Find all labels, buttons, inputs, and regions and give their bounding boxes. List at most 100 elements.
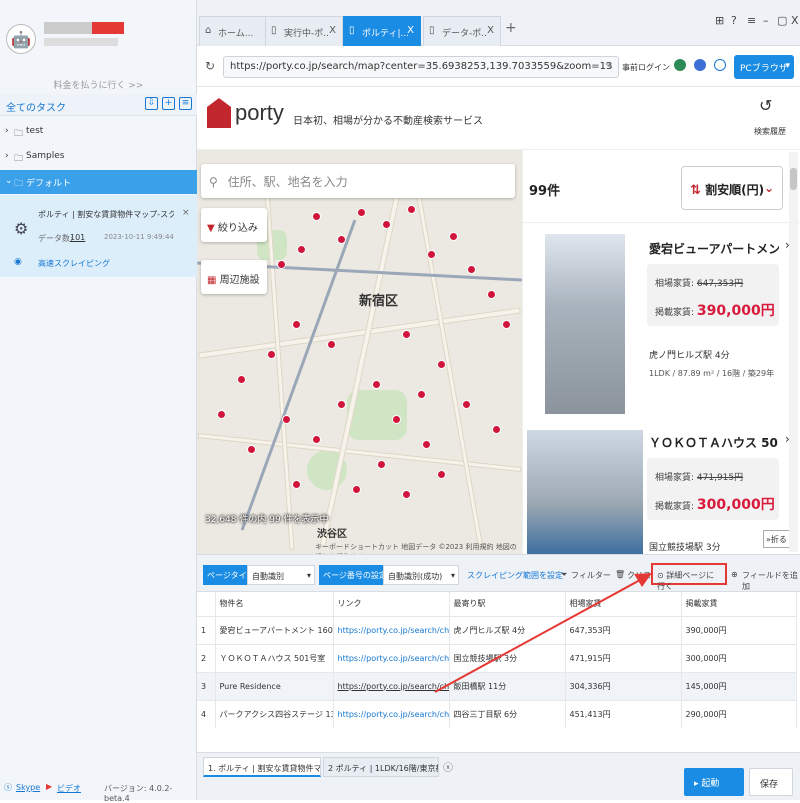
cell-listed-price[interactable]: 390,000円 <box>681 615 797 644</box>
tab-running[interactable]: ▯ 実行中-ポ... X <box>265 16 343 46</box>
map-pin[interactable] <box>312 435 321 444</box>
filter-button[interactable]: ▼ 絞り込み <box>201 208 267 242</box>
map-pin[interactable] <box>422 440 431 449</box>
maximize-icon[interactable]: ▢ <box>777 14 787 27</box>
cell-listed-price[interactable]: 300,000円 <box>681 643 797 672</box>
folder-default[interactable]: ⌄ 🗀 デフォルト <box>0 170 197 194</box>
add-field-button[interactable]: フィールドを追加 <box>742 570 800 592</box>
sort-select[interactable]: ⇅ 割安順(円) ⌄ <box>681 166 783 210</box>
map-pin[interactable] <box>277 260 286 269</box>
upgrade-link[interactable]: 料金を払うに行く >> <box>0 78 197 91</box>
listing-title[interactable]: ＹＯＫＯＴＡハウス 501... <box>649 434 779 451</box>
skype-icon[interactable]: ⓢ <box>4 782 12 793</box>
map-pin[interactable] <box>487 290 496 299</box>
profile-icon[interactable] <box>694 59 706 71</box>
video-icon[interactable]: ▶ <box>46 782 52 791</box>
video-link[interactable]: ビデオ <box>57 783 81 794</box>
map-pin[interactable] <box>297 245 306 254</box>
window-close-icon[interactable]: X <box>791 14 799 27</box>
cell-name[interactable]: パークアクシス四谷ステージ 130... <box>215 699 334 728</box>
site-logo-text[interactable]: porty <box>235 100 284 126</box>
all-tasks-label[interactable]: 全てのタスク <box>6 99 66 114</box>
cell-listed-price[interactable]: 290,000円 <box>681 699 797 728</box>
minimize-icon[interactable]: – <box>763 14 769 27</box>
close-icon[interactable]: × <box>182 208 190 218</box>
prelogin-button[interactable]: 事前ログイン <box>622 62 670 73</box>
cell-station[interactable]: 四谷三丁目駅 6分 <box>449 699 566 728</box>
map-pin[interactable] <box>267 350 276 359</box>
map-pin[interactable] <box>467 265 476 274</box>
page-type-select[interactable]: 自動識別 ▾ <box>247 565 315 585</box>
cell-link[interactable]: https://porty.co.jp/search/chintai/14... <box>333 699 450 728</box>
map-pin[interactable] <box>372 380 381 389</box>
map-view[interactable]: 新宿区 渋谷区 ⚲ 住所、駅、地名を入力 ▼ 絞り込み ▦ 周辺施設 32,64… <box>197 150 522 554</box>
close-icon[interactable]: X <box>487 25 494 36</box>
import-icon[interactable]: ⇩ <box>145 97 158 110</box>
map-pin[interactable] <box>417 390 426 399</box>
map-pin[interactable] <box>292 480 301 489</box>
listing-title[interactable]: 愛宕ビューアパートメン... <box>649 240 779 257</box>
map-pin[interactable] <box>292 320 301 329</box>
history-label[interactable]: 検索履歴 <box>754 126 786 137</box>
scrollbar-thumb[interactable] <box>790 168 797 190</box>
map-pin[interactable] <box>282 415 291 424</box>
folder-test[interactable]: › 🗀 test <box>0 120 197 144</box>
map-pin[interactable] <box>312 212 321 221</box>
settings-icon[interactable] <box>714 59 726 71</box>
map-pin[interactable] <box>502 320 511 329</box>
map-pin[interactable] <box>337 400 346 409</box>
column-header[interactable]: 掲載家賃 <box>681 592 797 616</box>
page-tab-2[interactable]: 2 ポルティ | 1LDK/16階/東京都港... <box>323 757 439 777</box>
save-button[interactable]: 保存 <box>749 768 793 796</box>
list-icon[interactable]: ≡ <box>179 97 192 110</box>
map-pin[interactable] <box>492 425 501 434</box>
close-icon[interactable]: X <box>407 25 414 36</box>
url-input[interactable]: https://porty.co.jp/search/map?center=35… <box>223 56 619 78</box>
tab-data[interactable]: ▯ データ-ポ... X <box>423 16 501 46</box>
scrollbar[interactable] <box>789 152 798 552</box>
history-icon[interactable]: ↺ <box>759 96 772 115</box>
task-card[interactable]: ⚙ ポルティ | 割安な賃貸物件マップ-スクレイ... × データ数: 101 … <box>0 195 197 277</box>
skype-link[interactable]: Skype <box>16 783 40 792</box>
nearby-button[interactable]: ▦ 周辺施設 <box>201 260 267 294</box>
help-icon[interactable]: ? <box>731 14 737 27</box>
map-pin[interactable] <box>427 250 436 259</box>
menu-icon[interactable]: ≡ <box>747 14 756 27</box>
map-pin[interactable] <box>352 485 361 494</box>
page-tab-1[interactable]: 1. ポルティ | 割安な賃貸物件マップ <box>203 757 321 777</box>
map-pin[interactable] <box>327 340 336 349</box>
map-pin[interactable] <box>437 470 446 479</box>
pin-icon[interactable]: ⊞ <box>715 14 724 27</box>
cell-market-price[interactable]: 451,413円 <box>565 699 682 728</box>
folder-samples[interactable]: › 🗀 Samples <box>0 145 197 169</box>
map-pin[interactable] <box>407 205 416 214</box>
map-pin[interactable] <box>402 330 411 339</box>
map-pin[interactable] <box>357 208 366 217</box>
cell-name[interactable]: ＹＯＫＯＴＡハウス 501号室 <box>215 643 334 672</box>
add-field-icon[interactable]: ⊕ <box>731 570 738 579</box>
cell-name[interactable]: 愛宕ビューアパートメント 1606... <box>215 615 334 644</box>
map-pin[interactable] <box>217 410 226 419</box>
map-pin[interactable] <box>402 490 411 499</box>
close-icon[interactable]: ⓧ <box>443 759 453 774</box>
map-pin[interactable] <box>377 460 386 469</box>
close-icon[interactable]: X <box>329 25 336 36</box>
avatar[interactable]: 🤖 <box>6 24 36 54</box>
new-task-icon[interactable]: + <box>162 97 175 110</box>
run-button[interactable]: ▸ 起動 <box>684 768 744 796</box>
table-row[interactable]: 4 パークアクシス四谷ステージ 130... https://porty.co.… <box>197 699 797 728</box>
column-header[interactable]: 物件名 <box>215 592 334 616</box>
map-search-input[interactable]: ⚲ 住所、駅、地名を入力 <box>201 164 515 198</box>
browser-mode-button[interactable]: PCブラウザ ▾ <box>734 55 794 79</box>
map-pin[interactable] <box>337 235 346 244</box>
map-pin[interactable] <box>449 232 458 241</box>
tab-porty[interactable]: ▯ ポルティ|... X <box>343 16 421 46</box>
map-pin[interactable] <box>462 400 471 409</box>
reload-icon[interactable]: ↻ <box>205 59 215 73</box>
listing-photo[interactable] <box>545 234 625 414</box>
cell-name[interactable]: Pure Residence <box>215 671 334 700</box>
edit-icon[interactable]: ✎ <box>605 61 613 72</box>
listing-photo[interactable] <box>527 430 643 554</box>
map-pin[interactable] <box>392 415 401 424</box>
map-pin[interactable] <box>247 445 256 454</box>
